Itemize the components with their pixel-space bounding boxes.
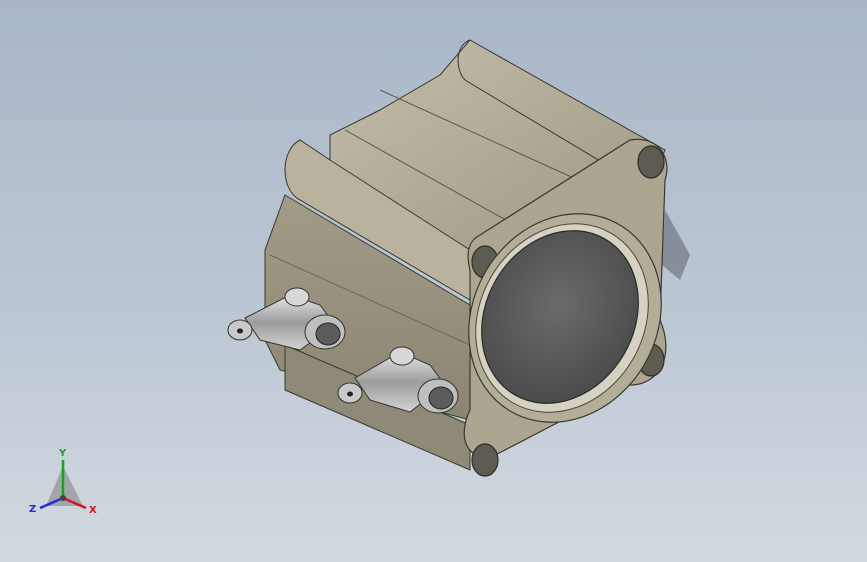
graphics-viewport[interactable]: Y X Z: [0, 0, 867, 562]
model-shadow: [662, 210, 690, 280]
cylinder-model[interactable]: [0, 0, 867, 562]
mount-hole-icon: [471, 443, 499, 477]
reference-triad[interactable]: Y X Z: [28, 448, 103, 520]
z-axis-label: Z: [29, 504, 37, 515]
mount-hole-icon: [637, 145, 665, 179]
x-axis-label: X: [89, 505, 97, 516]
y-axis-label: Y: [59, 448, 67, 459]
